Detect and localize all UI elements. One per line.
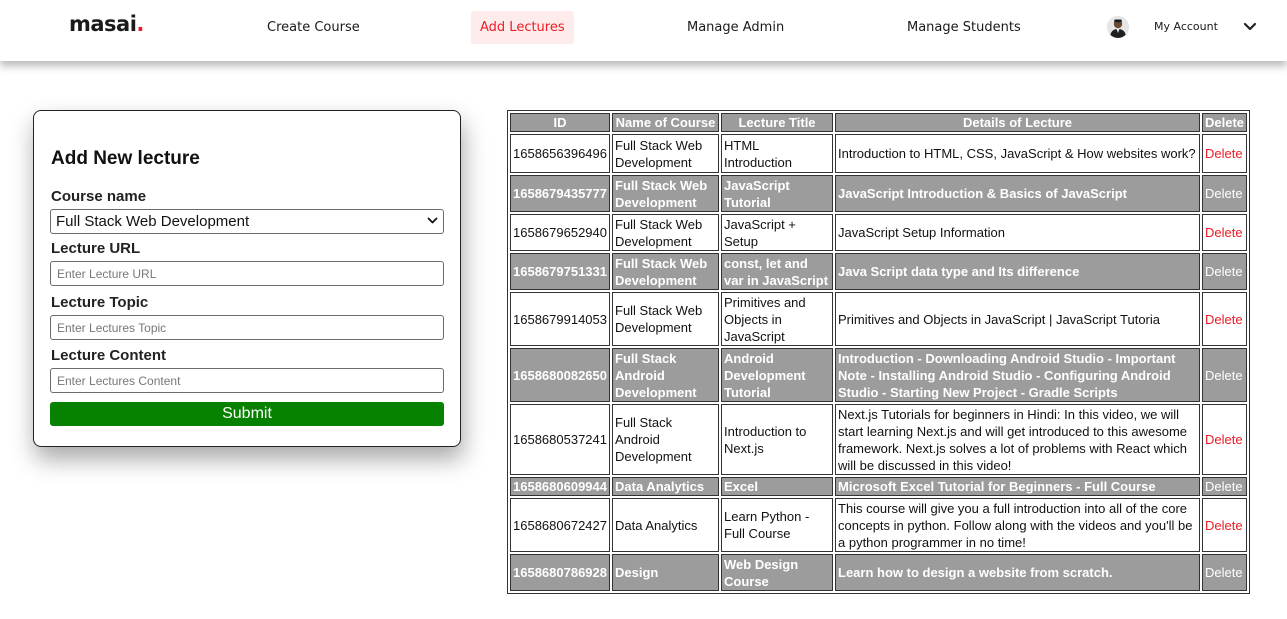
delete-link[interactable]: Delete (1202, 554, 1248, 591)
cell-course: Full Stack Web Development (612, 175, 719, 212)
cell-title: Web Design Course (721, 554, 833, 591)
cell-course: Data Analytics (612, 477, 719, 496)
cell-id: 1658680609944 (510, 477, 610, 496)
table-header-row: ID Name of Course Lecture Title Details … (510, 113, 1248, 132)
cell-details: Introduction to HTML, CSS, JavaScript & … (835, 134, 1200, 173)
cell-id: 1658679652940 (510, 214, 610, 251)
lecture-url-input[interactable]: Enter Lecture URL (50, 261, 444, 286)
cell-course: Full Stack Web Development (612, 292, 719, 346)
cell-title: Primitives and Objects in JavaScript (721, 292, 833, 346)
lecture-topic-label: Lecture Topic (51, 294, 149, 311)
delete-link[interactable]: Delete (1202, 175, 1248, 212)
cell-id: 1658679914053 (510, 292, 610, 346)
cell-id: 1658680672427 (510, 498, 610, 552)
header-details: Details of Lecture (835, 113, 1200, 132)
nav-manage-students[interactable]: Manage Students (898, 11, 1030, 44)
masai-logo[interactable]: masai. (69, 12, 144, 36)
select-chevron-icon (427, 217, 438, 224)
table-row: 1658680082650 Full Stack Android Develop… (510, 348, 1248, 402)
delete-link[interactable]: Delete (1202, 404, 1248, 475)
cell-details: Microsoft Excel Tutorial for Beginners -… (835, 477, 1200, 496)
cell-title: Introduction to Next.js (721, 404, 833, 475)
delete-link[interactable]: Delete (1202, 214, 1248, 251)
chevron-down-icon[interactable] (1243, 22, 1257, 32)
user-avatar[interactable] (1107, 16, 1129, 38)
cell-details: JavaScript Introduction & Basics of Java… (835, 175, 1200, 212)
cell-details: Next.js Tutorials for beginners in Hindi… (835, 404, 1200, 475)
course-name-select[interactable]: Full Stack Web Development (50, 209, 444, 234)
cell-title: Learn Python - Full Course (721, 498, 833, 552)
cell-details: Introduction - Downloading Android Studi… (835, 348, 1200, 402)
header-title: Lecture Title (721, 113, 833, 132)
lecture-url-label: Lecture URL (51, 240, 141, 257)
cell-title: Android Development Tutorial (721, 348, 833, 402)
delete-link[interactable]: Delete (1202, 348, 1248, 402)
table-row: 1658679751331 Full Stack Web Development… (510, 253, 1248, 290)
header-id: ID (510, 113, 610, 132)
course-name-label: Course name (51, 188, 147, 205)
cell-title: JavaScript Tutorial (721, 175, 833, 212)
my-account-menu[interactable]: My Account (1154, 20, 1218, 33)
lectures-table: ID Name of Course Lecture Title Details … (507, 110, 1251, 594)
cell-course: Full Stack Android Development (612, 404, 719, 475)
table-row: 1658679652940 Full Stack Web Development… (510, 214, 1248, 251)
course-name-value: Full Stack Web Development (56, 213, 250, 230)
logo-dot: . (136, 12, 144, 36)
header-course: Name of Course (612, 113, 719, 132)
nav-create-course[interactable]: Create Course (258, 11, 369, 44)
cell-details: JavaScript Setup Information (835, 214, 1200, 251)
cell-course: Design (612, 554, 719, 591)
table-row: 1658680609944 Data Analytics Excel Micro… (510, 477, 1248, 496)
cell-course: Full Stack Web Development (612, 134, 719, 173)
cell-details: Java Script data type and Its difference (835, 253, 1200, 290)
cell-course: Full Stack Web Development (612, 214, 719, 251)
logo-text: masai (69, 12, 137, 36)
top-navbar: masai. Create Course Add Lectures Manage… (0, 0, 1287, 61)
table-row: 1658656396496 Full Stack Web Development… (510, 134, 1248, 173)
table-row: 1658680672427 Data Analytics Learn Pytho… (510, 498, 1248, 552)
cell-details: Learn how to design a website from scrat… (835, 554, 1200, 591)
nav-add-lectures[interactable]: Add Lectures (471, 11, 574, 44)
cell-details: This course will give you a full introdu… (835, 498, 1200, 552)
cell-id: 1658680537241 (510, 404, 610, 475)
delete-link[interactable]: Delete (1202, 134, 1248, 173)
cell-id: 1658680786928 (510, 554, 610, 591)
cell-id: 1658680082650 (510, 348, 610, 402)
table-row: 1658679914053 Full Stack Web Development… (510, 292, 1248, 346)
cell-details: Primitives and Objects in JavaScript | J… (835, 292, 1200, 346)
lecture-content-label: Lecture Content (51, 347, 167, 364)
cell-course: Full Stack Web Development (612, 253, 719, 290)
cell-title: const, let and var in JavaScript (721, 253, 833, 290)
header-delete: Delete (1202, 113, 1248, 132)
table-row: 1658680537241 Full Stack Android Develop… (510, 404, 1248, 475)
delete-link[interactable]: Delete (1202, 498, 1248, 552)
table-row: 1658679435777 Full Stack Web Development… (510, 175, 1248, 212)
lecture-topic-input[interactable]: Enter Lectures Topic (50, 315, 444, 340)
cell-course: Full Stack Android Development (612, 348, 719, 402)
delete-link[interactable]: Delete (1202, 253, 1248, 290)
cell-course: Data Analytics (612, 498, 719, 552)
delete-link[interactable]: Delete (1202, 292, 1248, 346)
cell-title: JavaScript + Setup (721, 214, 833, 251)
cell-id: 1658656396496 (510, 134, 610, 173)
table-row: 1658680786928 Design Web Design Course L… (510, 554, 1248, 591)
add-lecture-form: Add New lecture Course name Full Stack W… (33, 110, 461, 447)
nav-manage-admin[interactable]: Manage Admin (678, 11, 793, 44)
delete-link[interactable]: Delete (1202, 477, 1248, 496)
cell-id: 1658679435777 (510, 175, 610, 212)
cell-title: HTML Introduction (721, 134, 833, 173)
form-title: Add New lecture (51, 148, 200, 169)
cell-title: Excel (721, 477, 833, 496)
cell-id: 1658679751331 (510, 253, 610, 290)
submit-button[interactable]: Submit (50, 402, 444, 426)
avatar-icon (1107, 16, 1129, 38)
lecture-content-input[interactable]: Enter Lectures Content (50, 368, 444, 393)
